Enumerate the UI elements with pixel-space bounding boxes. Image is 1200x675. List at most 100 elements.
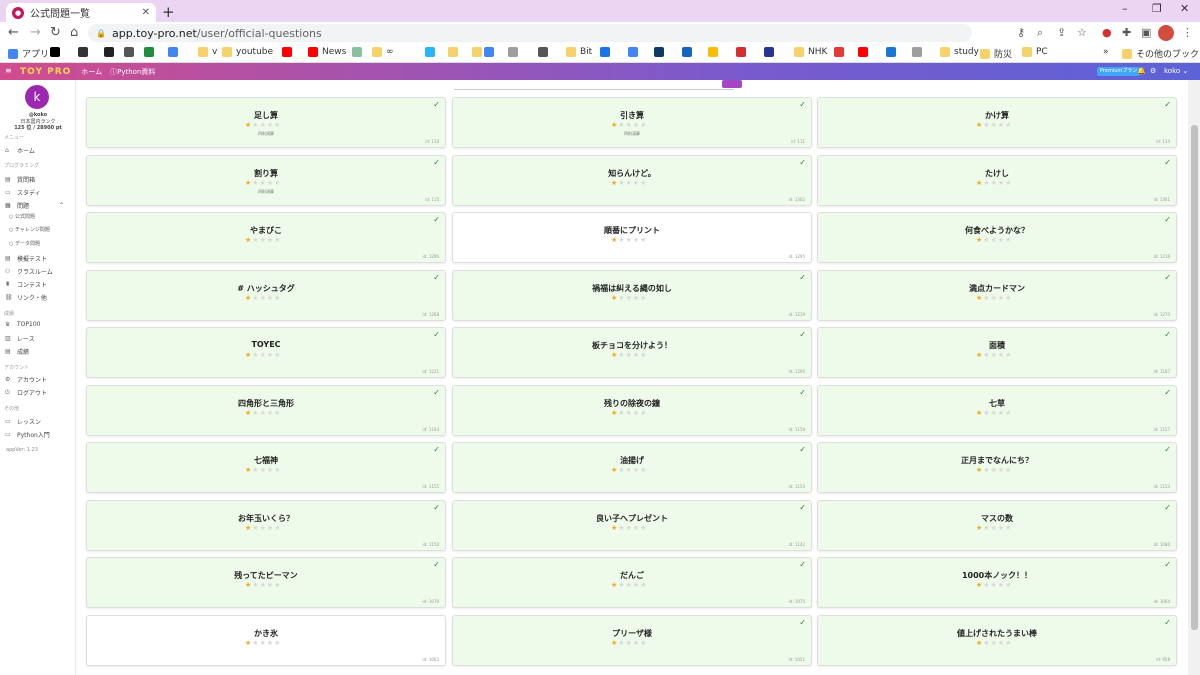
- bookmark-item[interactable]: [600, 47, 614, 57]
- sidebar-item-home[interactable]: ⌂ ホーム: [5, 146, 35, 155]
- bookmarks-more-icon[interactable]: »: [1103, 47, 1109, 57]
- question-card[interactable]: 面積 ★★★★★ id: 1187 ✓: [817, 327, 1177, 378]
- question-card[interactable]: 七草 ★★★★★ id: 1157 ✓: [817, 384, 1177, 436]
- sidebar-item-contest[interactable]: ♜ コンテスト: [5, 280, 47, 289]
- back-arrow-icon[interactable]: ←: [8, 25, 19, 40]
- chrome-profile-avatar[interactable]: [1158, 25, 1174, 41]
- user-avatar[interactable]: k: [25, 85, 49, 109]
- bookmark-item[interactable]: [104, 47, 118, 57]
- home-icon[interactable]: ⌂: [70, 25, 78, 40]
- browser-tab[interactable]: ● 公式問題一覧 ✕: [6, 3, 156, 22]
- extension-icon[interactable]: ●: [1102, 26, 1112, 39]
- url-field[interactable]: 🔒 app.toy-pro.net /user/official-questio…: [88, 24, 972, 42]
- question-card[interactable]: 何食べようかな？ ★★★★★ id: 1216 ✓: [817, 212, 1177, 263]
- bookmark-item[interactable]: [682, 47, 696, 57]
- app-logo[interactable]: TOY PRO: [20, 67, 71, 77]
- header-python-link[interactable]: ⓘPython資料: [110, 67, 155, 77]
- search-field[interactable]: [454, 80, 742, 90]
- bookmark-item[interactable]: [708, 47, 722, 57]
- bookmark-item[interactable]: [628, 47, 642, 57]
- sidebar-item-problems[interactable]: ▦ 問題 ⌃: [5, 201, 64, 210]
- question-card[interactable]: お年玉いくら？ ★★★★★ id: 1150 ✓: [86, 499, 446, 551]
- puzzle-icon[interactable]: ✚: [1122, 26, 1131, 39]
- question-card[interactable]: 満点カードマン ★★★★★ id: 1270 ✓: [817, 269, 1177, 321]
- question-card[interactable]: # ハッシュタグ ★★★★★ id: 1268 ✓: [86, 269, 446, 321]
- sidebar-sub-data[interactable]: ○ データ問題: [9, 240, 40, 247]
- bookmark-item[interactable]: 防災: [980, 47, 1012, 60]
- question-card[interactable]: 引き算 ★★★★★ 四則演算 id: 111 ✓: [452, 97, 812, 148]
- question-card[interactable]: 油揚げ ★★★★★ id: 1154 ✓: [452, 442, 812, 493]
- premium-badge[interactable]: Premiumプラン: [1097, 67, 1141, 76]
- bookmark-item[interactable]: [425, 47, 439, 57]
- page-scrollbar[interactable]: [1188, 80, 1200, 675]
- reload-icon[interactable]: ↻: [50, 25, 61, 40]
- bookmark-star-icon[interactable]: ☆: [1077, 26, 1087, 39]
- bookmark-item[interactable]: [352, 47, 366, 57]
- question-card[interactable]: 割り算 ★★★★★ 四則演算 id: 115 ✓: [86, 154, 446, 206]
- sidebar-item-logout[interactable]: ⏻ ログアウト: [5, 388, 47, 398]
- bookmark-item[interactable]: ∞: [372, 47, 394, 57]
- bookmark-item[interactable]: study: [940, 47, 979, 57]
- search-button[interactable]: [722, 80, 742, 88]
- bookmark-item[interactable]: youtube: [222, 47, 273, 57]
- scrollbar-thumb[interactable]: [1191, 125, 1198, 630]
- question-card[interactable]: 四角形と三角形 ★★★★★ id: 1164 ✓: [86, 384, 446, 436]
- bookmark-item[interactable]: [834, 47, 848, 57]
- question-card[interactable]: TOYEC ★★★★★ id: 1221 ✓: [86, 327, 446, 378]
- question-card[interactable]: やまびこ ★★★★★ id: 1296 ✓: [86, 212, 446, 263]
- question-card[interactable]: 板チョコを分けよう！ ★★★★★ id: 1200 ✓: [452, 327, 812, 378]
- question-card[interactable]: マスの数 ★★★★★ id: 1080 ✓: [817, 499, 1177, 551]
- sidebar-item-links[interactable]: ⛓ リンク・他: [5, 293, 47, 302]
- bookmark-item[interactable]: NHK: [794, 47, 827, 57]
- question-card[interactable]: だんご ★★★★★ id: 1075 ✓: [452, 557, 812, 608]
- sidebar-item-top100[interactable]: ♛ TOP100: [5, 321, 40, 328]
- sidebar-sub-official[interactable]: ○ 公式問題: [9, 213, 35, 220]
- question-card[interactable]: 順番にプリント ★★★★★ id: 1295: [452, 212, 812, 263]
- notification-bell-icon[interactable]: 🔔: [1137, 67, 1146, 75]
- question-card[interactable]: プリーザ様 ★★★★★ id: 1051 ✓: [452, 614, 812, 666]
- question-card[interactable]: 残ってたピーマン ★★★★★ id: 1079 ✓: [86, 557, 446, 608]
- sidebar-item-account[interactable]: ⚙ アカウント: [5, 375, 47, 384]
- bookmark-item[interactable]: PC: [1022, 47, 1048, 57]
- sidebar-sub-challenge[interactable]: ○ チャレンジ問題: [9, 226, 50, 233]
- bookmark-item[interactable]: News: [308, 47, 346, 57]
- bookmark-item[interactable]: [912, 47, 926, 57]
- zoom-icon[interactable]: ⌕: [1037, 26, 1043, 40]
- bookmark-item[interactable]: [144, 47, 158, 57]
- bookmark-item[interactable]: [538, 47, 552, 57]
- key-icon[interactable]: ⚷: [1017, 26, 1025, 39]
- question-card[interactable]: 正月までなんにち？ ★★★★★ id: 1153 ✓: [817, 442, 1177, 493]
- bookmark-item[interactable]: [484, 47, 498, 57]
- minimize-button[interactable]: –: [1122, 2, 1128, 15]
- bookmark-item[interactable]: Bit: [566, 47, 592, 57]
- bookmark-item[interactable]: アプリ: [8, 47, 49, 60]
- sidebar-item-race[interactable]: ▥ レース: [5, 334, 35, 343]
- other-bookmarks-folder[interactable]: その他のブックマーク: [1122, 47, 1200, 60]
- bookmark-item[interactable]: [858, 47, 872, 57]
- forward-arrow-icon[interactable]: →: [30, 25, 41, 40]
- question-card[interactable]: 1000本ノック！！ ★★★★★ id: 1064 ✓: [817, 557, 1177, 608]
- question-card[interactable]: 七福神 ★★★★★ id: 1155 ✓: [86, 442, 446, 493]
- bookmark-item[interactable]: [736, 47, 750, 57]
- user-menu[interactable]: koko ⌄: [1164, 67, 1188, 75]
- sidebar-item-lessons[interactable]: ▭ レッスン: [5, 417, 41, 426]
- question-card[interactable]: 知らんけど。 ★★★★★ id: 1302 ✓: [452, 154, 812, 206]
- share-icon[interactable]: ⇪: [1057, 26, 1066, 39]
- bookmark-item[interactable]: [124, 47, 138, 57]
- question-card[interactable]: 残りの除夜の鐘 ★★★★★ id: 1159 ✓: [452, 384, 812, 436]
- bookmark-item[interactable]: [78, 47, 92, 57]
- question-card[interactable]: 良い子へプレゼント ★★★★★ id: 1142 ✓: [452, 499, 812, 551]
- bookmark-item[interactable]: [448, 47, 462, 57]
- new-tab-button[interactable]: +: [162, 3, 175, 21]
- header-home-link[interactable]: ホーム: [81, 67, 102, 77]
- sidebar-item-questions-box[interactable]: ▤ 質問箱: [5, 175, 35, 184]
- bookmark-item[interactable]: [282, 47, 296, 57]
- sidebar-item-classroom[interactable]: ⚇ クラスルーム: [5, 267, 53, 276]
- sidebar-item-study[interactable]: ▭ スタディ: [5, 188, 41, 197]
- bookmark-item[interactable]: [654, 47, 668, 57]
- bookmark-item[interactable]: [886, 47, 900, 57]
- maximize-button[interactable]: ❐: [1152, 2, 1162, 15]
- bookmark-item[interactable]: [764, 47, 778, 57]
- question-card[interactable]: 禍福は糾える縄の如し ★★★★★ id: 1219 ✓: [452, 269, 812, 321]
- question-card[interactable]: 値上げされたうまい棒 ★★★★★ id: 958 ✓: [817, 614, 1177, 666]
